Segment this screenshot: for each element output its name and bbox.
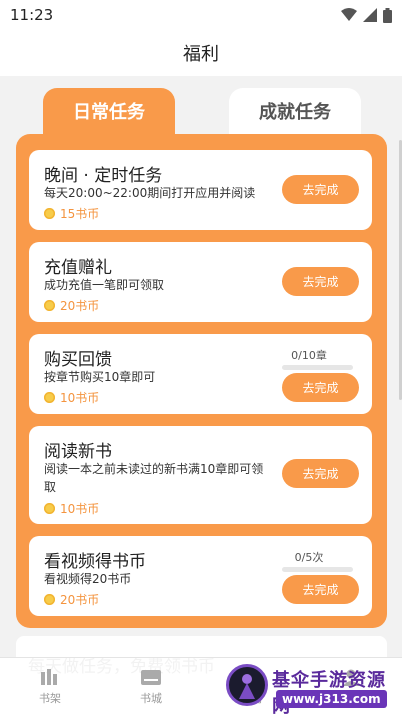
progress-label: 0/10章	[291, 349, 327, 362]
task-desc: 看视频得20书币	[44, 572, 132, 586]
reward-amount: 20书币	[60, 593, 100, 607]
nav-label: 书架	[39, 691, 61, 705]
reward-amount: 20书币	[60, 299, 100, 313]
reward-amount: 10书币	[60, 391, 100, 405]
progress-bar	[282, 365, 353, 370]
task-title: 晚间 · 定时任务	[44, 166, 163, 186]
cell-signal-icon	[363, 8, 377, 22]
watermark-url: www.j313.com	[276, 690, 387, 708]
go-complete-button[interactable]: 去完成	[282, 175, 359, 204]
task-reward: 10书币	[44, 389, 99, 406]
reward-amount: 10书币	[60, 502, 100, 516]
coin-icon	[44, 392, 55, 403]
coin-icon	[44, 503, 55, 514]
task-desc: 按章节购买10章即可	[44, 370, 156, 384]
task-reward: 20书币	[44, 591, 99, 608]
coin-icon	[44, 208, 55, 219]
task-desc: 每天20:00~22:00期间打开应用并阅读	[44, 186, 256, 200]
task-reward: 20书币	[44, 297, 99, 314]
task-desc-line2: 取	[44, 480, 57, 494]
watermark-logo-icon	[226, 664, 268, 706]
task-card-video: 看视频得书币 看视频得20书币 20书币 0/5次 去完成	[29, 536, 372, 616]
coin-icon	[44, 594, 55, 605]
task-desc-line1: 阅读一本之前未读过的新书满10章即可领	[44, 462, 264, 476]
task-reward: 15书币	[44, 205, 99, 222]
task-desc: 成功充值一笔即可领取	[44, 278, 165, 292]
task-card-purchase: 购买回馈 按章节购买10章即可 10书币 0/10章 去完成	[29, 334, 372, 414]
task-card-new-book: 阅读新书 阅读一本之前未读过的新书满10章即可领 取 10书币 去完成	[29, 426, 372, 524]
task-card-evening: 晚间 · 定时任务 每天20:00~22:00期间打开应用并阅读 15书币 去完…	[29, 150, 372, 230]
nav-item-bookshelf[interactable]: 书架	[5, 658, 95, 714]
task-reward: 10书币	[44, 500, 99, 517]
task-title: 看视频得书币	[44, 552, 146, 572]
task-title: 充值赠礼	[44, 258, 112, 278]
task-title: 购买回馈	[44, 350, 112, 370]
reward-amount: 15书币	[60, 207, 100, 221]
battery-icon	[383, 7, 392, 23]
progress-bar	[282, 567, 353, 572]
progress-label: 0/5次	[294, 551, 324, 564]
title-bar: 福利	[0, 30, 402, 76]
nav-item-bookstore[interactable]: 书城	[106, 658, 196, 714]
task-card-recharge: 充值赠礼 成功充值一笔即可领取 20书币 去完成	[29, 242, 372, 322]
page-title: 福利	[183, 44, 219, 65]
task-title: 阅读新书	[44, 442, 112, 462]
wifi-icon	[341, 8, 357, 21]
tab-daily-tasks[interactable]: 日常任务	[43, 88, 175, 134]
status-time: 11:23	[10, 6, 54, 24]
tab-achievement-tasks[interactable]: 成就任务	[229, 88, 361, 134]
nav-label: 书城	[140, 691, 162, 705]
status-bar: 11:23	[0, 0, 402, 30]
coin-icon	[44, 300, 55, 311]
go-complete-button[interactable]: 去完成	[282, 459, 359, 488]
go-complete-button[interactable]: 去完成	[282, 575, 359, 604]
bookstore-icon	[141, 669, 161, 685]
bookshelf-icon	[41, 668, 57, 685]
watermark: 基伞手游资源网 www.j313.com	[226, 664, 402, 714]
go-complete-button[interactable]: 去完成	[282, 373, 359, 402]
go-complete-button[interactable]: 去完成	[282, 267, 359, 296]
status-icons	[341, 7, 392, 23]
